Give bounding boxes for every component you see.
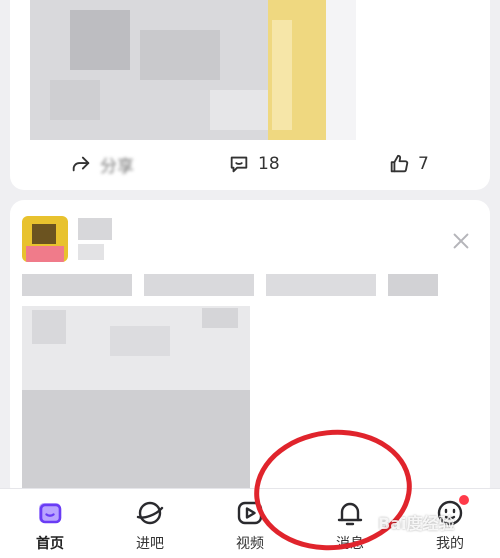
blurred-yellow-strip-light	[272, 20, 292, 130]
thumbs-up-icon	[390, 154, 409, 173]
planet-icon	[136, 501, 164, 525]
blurred-username-sub	[78, 244, 104, 260]
blurred-image-block	[140, 30, 220, 80]
avatar[interactable]	[22, 216, 68, 262]
notification-dot	[459, 495, 469, 505]
blurred-title-segment	[266, 274, 376, 296]
close-icon[interactable]	[450, 230, 472, 252]
tab-bar-forum[interactable]: 进吧	[110, 497, 190, 557]
tab-home[interactable]: 首页	[10, 497, 90, 557]
share-icon	[72, 156, 90, 172]
blurred-image-block	[70, 10, 130, 70]
tab-home-label: 首页	[36, 536, 64, 552]
watermark: Bai度经验	[378, 514, 455, 533]
blurred-title-segment	[144, 274, 254, 296]
like-button[interactable]: 7	[388, 153, 429, 175]
blurred-title-segment	[22, 274, 132, 296]
tab-bar-forum-label: 进吧	[136, 536, 164, 552]
comment-button[interactable]: 18	[228, 153, 280, 175]
tab-profile-label: 我的	[436, 536, 464, 552]
blurred-content-image-block	[32, 310, 66, 344]
post-card-1: 分享 18 7	[10, 0, 490, 190]
blurred-image-right	[326, 0, 356, 140]
like-count: 7	[418, 154, 429, 174]
blurred-content-image-block	[202, 308, 238, 328]
comment-count: 18	[258, 154, 280, 174]
share-button[interactable]: 分享	[70, 152, 134, 177]
comment-icon	[230, 156, 248, 173]
blurred-content-image-lower	[22, 390, 250, 500]
home-icon	[39, 503, 62, 524]
blurred-title-segment	[388, 274, 438, 296]
blurred-content-image-block	[110, 326, 170, 356]
blurred-username	[78, 218, 112, 240]
tab-video-label: 视频	[236, 536, 264, 552]
post-action-row: 分享 18 7	[10, 148, 490, 180]
share-label: 分享	[100, 156, 134, 177]
post-card-2[interactable]	[10, 200, 490, 500]
blurred-image-block	[50, 80, 100, 120]
